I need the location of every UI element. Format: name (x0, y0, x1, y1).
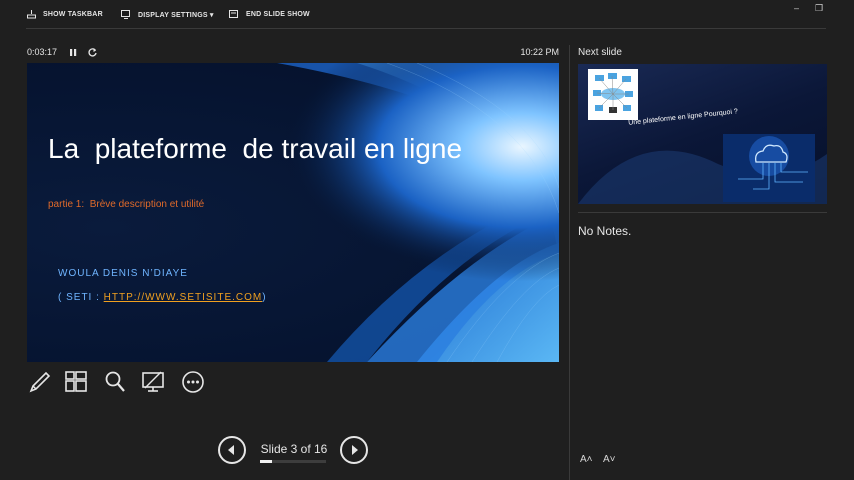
panel-divider (569, 45, 570, 480)
link-suffix: ) (262, 292, 267, 303)
slide-progress-fill (260, 460, 273, 463)
decrease-font-button[interactable]: A˅ (603, 454, 616, 465)
restart-icon (88, 48, 97, 57)
slide-subtitle: partie 1: Brève description et utilité (48, 199, 205, 210)
clock: 10:22 PM (520, 47, 559, 57)
taskbar-icon (27, 10, 36, 19)
cloud-circuit-image (723, 134, 815, 202)
slide-progress-bar (260, 460, 326, 463)
pause-icon (70, 49, 77, 56)
slide-author: WOULA DENIS N’DIAYE (58, 268, 188, 279)
display-settings-icon (121, 10, 130, 19)
end-slide-show-label: END SLIDE SHOW (246, 11, 310, 18)
notes-divider (578, 212, 827, 213)
end-slide-show-button[interactable]: END SLIDE SHOW (229, 10, 310, 19)
website-link[interactable]: HTTP://WWW.SETISITE.COM (104, 292, 263, 303)
more-options-icon (182, 371, 204, 393)
end-show-icon (229, 10, 238, 18)
increase-font-button[interactable]: A˄ (580, 454, 593, 465)
zoom-icon (105, 371, 125, 392)
link-prefix: ( SETI : (58, 292, 104, 303)
black-screen-button[interactable] (140, 369, 166, 395)
show-taskbar-label: SHOW TASKBAR (43, 11, 103, 18)
see-all-slides-button[interactable] (64, 369, 90, 395)
display-settings-button[interactable]: DISPLAY SETTINGS ▾ (121, 10, 214, 19)
elapsed-timer: 0:03:17 (27, 47, 58, 57)
next-slide-preview[interactable]: Une plateforme en ligne Pourquoi ? (578, 64, 827, 204)
zoom-button[interactable] (102, 369, 128, 395)
display-settings-label: DISPLAY SETTINGS ▾ (138, 11, 214, 19)
toolbar-divider (26, 28, 826, 29)
tunnel-background-image (27, 63, 559, 362)
restart-timer-button[interactable] (87, 45, 98, 63)
next-slide-label: Next slide (578, 47, 622, 58)
slide-counter[interactable]: Slide 3 of 16 (254, 442, 334, 456)
network-diagram-image (593, 73, 633, 113)
show-taskbar-button[interactable]: SHOW TASKBAR (27, 10, 103, 19)
slide-link-row: ( SETI : HTTP://WWW.SETISITE.COM) (58, 292, 267, 303)
more-options-button[interactable] (180, 369, 206, 395)
chevron-right-icon (352, 445, 358, 455)
pen-tool-button[interactable] (27, 369, 53, 395)
pen-icon (29, 371, 51, 393)
next-slide-graphics (578, 69, 827, 204)
restore-button[interactable]: ❒ (815, 3, 823, 14)
previous-slide-button[interactable] (218, 436, 246, 464)
pause-button[interactable] (69, 45, 78, 63)
chevron-left-icon (228, 445, 234, 455)
minimize-button[interactable]: – (794, 3, 799, 13)
current-slide[interactable]: La plateforme de travail en ligne partie… (27, 63, 559, 362)
presenter-toolbar: SHOW TASKBAR DISPLAY SETTINGS ▾ END SLID… (0, 0, 854, 30)
slide-title: La plateforme de travail en ligne (48, 133, 463, 164)
black-screen-icon (142, 371, 164, 392)
slides-grid-icon (65, 371, 87, 392)
next-slide-button[interactable] (340, 436, 368, 464)
speaker-notes: No Notes. (578, 224, 632, 238)
